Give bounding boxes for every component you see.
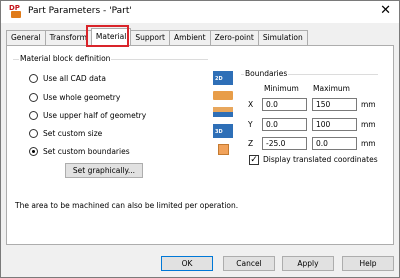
tab-support[interactable]: Support [130,30,170,45]
custom-boundaries-icon [218,144,229,155]
option-label: Set custom boundaries [43,146,130,156]
option-label: Use all CAD data [43,73,106,83]
cancel-button[interactable]: Cancel [223,256,275,271]
block-icon [213,91,233,100]
y-min-field[interactable]: 0.0 [262,118,307,131]
radio-button[interactable] [29,92,38,102]
option-label: Set custom size [43,128,103,138]
radio-button-selected[interactable] [29,146,38,156]
radio-button[interactable] [29,73,38,83]
x-max-field[interactable]: 150 [312,98,357,111]
option-set-custom-boundaries[interactable]: Set custom boundaries [29,145,130,157]
tab-highlight-frame [86,25,129,47]
info-text: The area to be machined can also be limi… [15,201,239,210]
half-block-icon [213,107,233,117]
ok-button[interactable]: OK [161,256,213,271]
maximum-header: Maximum [313,84,350,93]
minimum-header: Minimum [264,84,299,93]
option-use-all-cad-data[interactable]: Use all CAD data [29,72,106,84]
axis-label-x: X [248,100,254,109]
boundaries-group-title: Boundaries [244,69,289,78]
z-min-field[interactable]: -25.0 [262,137,307,150]
apply-button[interactable]: Apply [282,256,334,271]
x-min-field[interactable]: 0.0 [262,98,307,111]
radio-button[interactable] [29,128,38,138]
tab-zero-point[interactable]: Zero-point [209,30,259,45]
tab-strip: General Transform Material Support Ambie… [6,28,308,46]
z-max-field[interactable]: 0.0 [312,137,357,150]
help-button[interactable]: Help [342,256,394,271]
option-use-upper-half[interactable]: Use upper half of geometry [29,109,146,121]
window-title: Part Parameters - 'Part' [28,6,132,16]
tab-general[interactable]: General [6,30,46,45]
option-use-whole-geometry[interactable]: Use whole geometry [29,91,120,103]
radio-button[interactable] [29,110,38,120]
app-logo-icon: DP [9,4,23,19]
option-label: Use whole geometry [43,92,121,102]
title-bar: DP Part Parameters - 'Part' ✕ [1,1,399,23]
option-set-custom-size[interactable]: Set custom size [29,127,102,139]
tab-ambient[interactable]: Ambient [169,30,211,45]
axis-label-z: Z [248,139,254,148]
close-icon[interactable]: ✕ [380,4,391,18]
custom-size-icon: 3D [213,124,233,138]
unit-label: mm [361,120,376,129]
y-max-field[interactable]: 100 [312,118,357,131]
material-block-group-title: Material block definition [19,54,112,63]
set-graphically-button[interactable]: Set graphically... [65,163,143,178]
unit-label: mm [361,100,376,109]
tab-transform[interactable]: Transform [44,30,92,45]
option-label: Use upper half of geometry [43,110,147,120]
part-parameters-dialog: DP Part Parameters - 'Part' ✕ General Tr… [0,0,400,278]
display-translated-coordinates-option[interactable]: ✓ Display translated coordinates [249,154,378,165]
display-translated-checkbox[interactable]: ✓ [249,154,259,165]
axis-label-y: Y [248,120,253,129]
unit-label: mm [361,139,376,148]
cube-2d-icon: 2D [213,71,233,85]
display-translated-label: Display translated coordinates [263,155,378,164]
tab-simulation[interactable]: Simulation [257,30,308,45]
